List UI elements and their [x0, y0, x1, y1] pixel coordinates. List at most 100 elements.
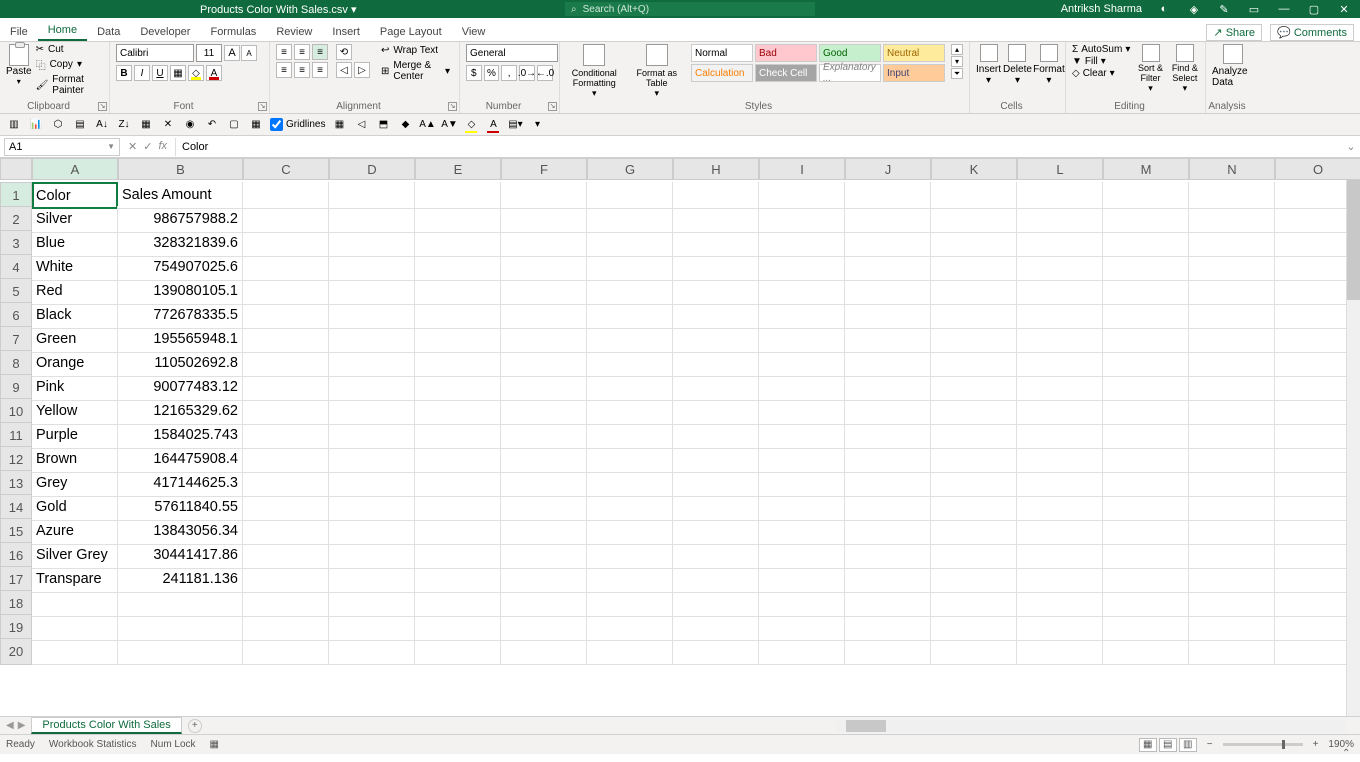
zoom-out-button[interactable]: − — [1207, 739, 1213, 750]
tab-insert[interactable]: Insert — [322, 23, 370, 41]
cell[interactable] — [759, 638, 845, 665]
cell[interactable] — [587, 350, 673, 377]
cell[interactable] — [1017, 230, 1103, 257]
cell[interactable] — [1189, 182, 1275, 209]
qat-btn-7[interactable]: ▦ — [138, 117, 154, 133]
cell[interactable] — [1103, 374, 1189, 401]
format-as-table-button[interactable]: Format as Table ▾ — [629, 44, 686, 98]
cell[interactable] — [587, 278, 673, 305]
fill-color-button[interactable]: ◇ — [188, 65, 204, 81]
cell[interactable]: Transpare — [32, 566, 118, 593]
cut-button[interactable]: ✂Cut — [36, 44, 103, 55]
cell[interactable] — [673, 374, 759, 401]
cell[interactable] — [931, 566, 1017, 593]
cell[interactable] — [329, 350, 415, 377]
cell[interactable] — [931, 638, 1017, 665]
view-normal-button[interactable]: ▦ — [1139, 738, 1157, 752]
cell[interactable] — [1017, 278, 1103, 305]
cell[interactable] — [243, 254, 329, 281]
row-header-19[interactable]: 19 — [0, 614, 32, 641]
row-header-11[interactable]: 11 — [0, 422, 32, 449]
zoom-in-button[interactable]: + — [1313, 739, 1319, 750]
cell[interactable] — [501, 446, 587, 473]
cell[interactable]: Pink — [32, 374, 118, 401]
cell[interactable] — [415, 182, 501, 209]
cell[interactable] — [673, 518, 759, 545]
align-bottom-button[interactable]: ≡ — [312, 44, 328, 60]
cell[interactable] — [673, 230, 759, 257]
row-header-8[interactable]: 8 — [0, 350, 32, 377]
close-icon[interactable]: ✕ — [1336, 1, 1352, 17]
cell[interactable] — [759, 614, 845, 641]
cell[interactable] — [415, 230, 501, 257]
tab-review[interactable]: Review — [266, 23, 322, 41]
cell[interactable] — [415, 446, 501, 473]
grow-font-button[interactable]: A — [224, 45, 240, 61]
cell[interactable] — [243, 350, 329, 377]
cell[interactable] — [1017, 494, 1103, 521]
col-header-H[interactable]: H — [673, 158, 759, 180]
cell[interactable]: 164475908.4 — [118, 446, 243, 473]
cell[interactable] — [587, 302, 673, 329]
file-name[interactable]: Products Color With Sales.csv ▾ — [200, 3, 357, 16]
cell[interactable]: 13843056.34 — [118, 518, 243, 545]
tab-data[interactable]: Data — [87, 23, 130, 41]
qat-btn-13[interactable]: ▦ — [331, 117, 347, 133]
cell[interactable] — [845, 566, 931, 593]
cell[interactable] — [673, 302, 759, 329]
cell[interactable] — [1189, 518, 1275, 545]
qat-btn-3[interactable]: ⬡ — [50, 117, 66, 133]
tab-view[interactable]: View — [452, 23, 496, 41]
col-header-K[interactable]: K — [931, 158, 1017, 180]
cell[interactable] — [329, 422, 415, 449]
delete-cells-button[interactable]: Delete▾ — [1003, 44, 1032, 86]
cell[interactable] — [1017, 566, 1103, 593]
cell[interactable] — [501, 302, 587, 329]
cell[interactable] — [1017, 542, 1103, 569]
cell[interactable] — [243, 230, 329, 257]
cancel-formula-button[interactable]: ✕ — [128, 140, 137, 153]
cell[interactable]: 328321839.6 — [118, 230, 243, 257]
indent-dec-button[interactable]: ◁ — [336, 62, 352, 78]
align-top-button[interactable]: ≡ — [276, 44, 292, 60]
cell[interactable] — [415, 278, 501, 305]
cell[interactable] — [1103, 182, 1189, 209]
cell[interactable] — [845, 398, 931, 425]
cell[interactable]: 986757988.2 — [118, 206, 243, 233]
cell[interactable] — [1103, 542, 1189, 569]
user-name[interactable]: Antriksh Sharma — [1061, 3, 1142, 15]
cell[interactable] — [587, 182, 673, 209]
cell[interactable] — [587, 374, 673, 401]
col-header-I[interactable]: I — [759, 158, 845, 180]
cell[interactable] — [1103, 446, 1189, 473]
row-header-5[interactable]: 5 — [0, 278, 32, 305]
cell[interactable] — [759, 470, 845, 497]
cell[interactable] — [587, 230, 673, 257]
cell[interactable] — [1189, 302, 1275, 329]
cell[interactable]: Yellow — [32, 398, 118, 425]
select-all-corner[interactable] — [0, 158, 32, 180]
cell[interactable]: Orange — [32, 350, 118, 377]
cell[interactable] — [931, 302, 1017, 329]
cell[interactable] — [329, 230, 415, 257]
cell[interactable] — [673, 206, 759, 233]
cell[interactable] — [415, 326, 501, 353]
gallery-up-button[interactable]: ▴ — [951, 44, 963, 55]
cell[interactable]: 57611840.55 — [118, 494, 243, 521]
cell[interactable] — [1189, 206, 1275, 233]
cell[interactable] — [243, 494, 329, 521]
cell[interactable] — [1189, 422, 1275, 449]
name-box[interactable]: A1▼ — [4, 138, 120, 156]
style-input[interactable]: Input — [883, 64, 945, 82]
cell[interactable] — [329, 590, 415, 617]
analyze-data-button[interactable]: Analyze Data — [1212, 44, 1254, 88]
format-painter-button[interactable]: 🖌Format Painter — [36, 74, 103, 96]
col-header-L[interactable]: L — [1017, 158, 1103, 180]
cell[interactable] — [759, 254, 845, 281]
qat-btn-19[interactable]: ▤▾ — [507, 117, 523, 133]
cell[interactable] — [1103, 566, 1189, 593]
cell[interactable] — [759, 230, 845, 257]
cell[interactable] — [501, 350, 587, 377]
cell[interactable] — [501, 518, 587, 545]
cell[interactable] — [415, 614, 501, 641]
